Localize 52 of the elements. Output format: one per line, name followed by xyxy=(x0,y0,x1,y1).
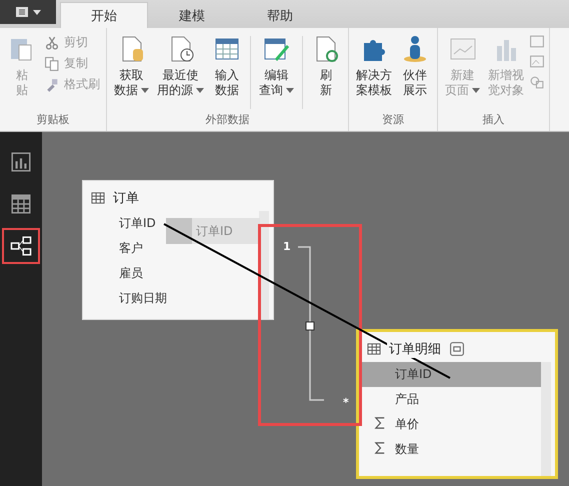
menu-icon xyxy=(15,6,29,18)
collapse-icon xyxy=(449,341,465,357)
grid-icon xyxy=(10,193,32,215)
ribbon-button[interactable]: 编辑 查询 xyxy=(256,32,297,111)
caret-icon xyxy=(33,10,41,14)
table-icon xyxy=(367,342,381,356)
field-item[interactable]: 雇员 xyxy=(83,261,259,286)
ribbon-button[interactable]: 获取 数据 xyxy=(111,32,152,111)
bar-chart-icon xyxy=(10,151,32,173)
ribbon-tab[interactable]: 帮助 xyxy=(236,2,324,28)
table-icon xyxy=(91,191,105,205)
ribbon-button[interactable]: 最近使 用的源 xyxy=(154,32,207,111)
ribbon-button[interactable]: 解决方 案模板 xyxy=(353,32,395,111)
field-name: 雇员 xyxy=(119,265,143,282)
field-item[interactable]: 数量 xyxy=(359,437,541,462)
field-name: 订购日期 xyxy=(119,290,167,307)
field-name: 数量 xyxy=(395,441,419,458)
ribbon-button[interactable]: 伙伴 展示 xyxy=(397,32,433,111)
relationship-icon xyxy=(10,235,32,257)
field-name: 产品 xyxy=(395,391,419,408)
scissors-icon xyxy=(44,34,60,50)
ribbon-button[interactable]: 刷 新 xyxy=(308,32,344,111)
group-label: 外部数据 xyxy=(204,112,250,128)
ribbon-button[interactable]: 输入 数据 xyxy=(209,32,245,111)
field-item[interactable]: 订购日期 xyxy=(83,286,259,311)
table-card[interactable]: 订单明细 订单ID 产品 单价 数量 xyxy=(356,329,558,479)
sigma-icon xyxy=(373,441,387,455)
file-menu-button[interactable] xyxy=(0,0,56,24)
shapes-icon xyxy=(529,74,545,90)
cardinality-label: * xyxy=(343,396,349,409)
group-label: 插入 xyxy=(482,112,506,128)
copy-icon xyxy=(44,56,60,72)
brush-icon xyxy=(44,76,60,92)
field-name: 客户 xyxy=(119,240,143,257)
table-name: 订单 xyxy=(111,189,141,207)
ribbon-tab[interactable]: 建模 xyxy=(148,2,236,28)
field-item[interactable]: 订单ID xyxy=(359,362,541,387)
field-name: 单价 xyxy=(395,416,419,433)
drag-tooltip: 订单ID xyxy=(166,218,260,244)
group-label: 剪贴板 xyxy=(36,112,70,128)
image-icon xyxy=(529,54,545,70)
table-name: 订单明细 xyxy=(387,340,443,358)
cardinality-label: 1 xyxy=(283,240,291,253)
field-name: 订单ID xyxy=(395,366,432,383)
field-item[interactable]: 单价 xyxy=(359,412,541,437)
field-item[interactable]: 产品 xyxy=(359,387,541,412)
view-button[interactable] xyxy=(2,228,40,264)
scrollbar[interactable] xyxy=(541,362,551,476)
sigma-icon xyxy=(373,416,387,430)
ribbon-tab[interactable]: 开始 xyxy=(60,2,148,28)
group-label: 资源 xyxy=(381,112,405,128)
text-box-icon xyxy=(529,34,545,50)
